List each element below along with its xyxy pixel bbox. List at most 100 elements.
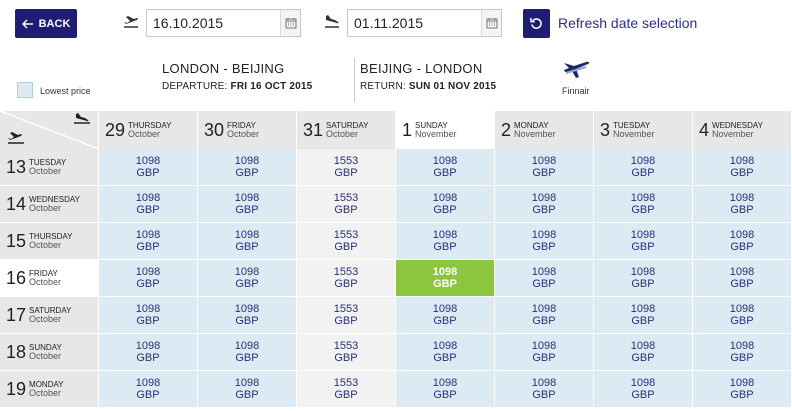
price-cell[interactable]: 1553 GBP bbox=[297, 223, 396, 260]
price-currency: GBP bbox=[631, 278, 655, 290]
price-currency: GBP bbox=[433, 204, 457, 216]
price-cell[interactable]: 1098 GBP bbox=[396, 371, 495, 408]
departure-month: October bbox=[29, 314, 62, 324]
price-cell[interactable]: 1098 GBP bbox=[396, 186, 495, 223]
price-cell[interactable]: 1098 GBP bbox=[693, 297, 792, 334]
price-cell[interactable]: 1098 GBP bbox=[99, 260, 198, 297]
return-date-column-header[interactable]: 1 SUNDAY November bbox=[396, 111, 495, 149]
price-cell[interactable]: 1098 GBP bbox=[594, 297, 693, 334]
price-cell[interactable]: 1098 GBP bbox=[693, 149, 792, 186]
price-cell[interactable]: 1098 GBP bbox=[99, 223, 198, 260]
price-cell[interactable]: 1098 GBP bbox=[99, 297, 198, 334]
price-amount: 1098 bbox=[432, 303, 458, 315]
price-cell[interactable]: 1098 GBP bbox=[495, 371, 594, 408]
departure-date-row-header[interactable]: 14 WEDNESDAY October bbox=[0, 186, 99, 223]
price-currency: GBP bbox=[136, 315, 160, 327]
price-cell[interactable]: 1098 GBP bbox=[693, 186, 792, 223]
price-cell[interactable]: 1098 GBP bbox=[594, 371, 693, 408]
outbound-cities: LONDON - BEIJING bbox=[162, 61, 285, 76]
price-cell[interactable]: 1098 GBP bbox=[198, 223, 297, 260]
price-cell[interactable]: 1098 GBP bbox=[495, 186, 594, 223]
price-amount: 1098 bbox=[531, 303, 557, 315]
price-cell[interactable]: 1098 GBP bbox=[396, 297, 495, 334]
departure-date-row-header[interactable]: 15 THURSDAY October bbox=[0, 223, 99, 260]
departure-day-number: 18 bbox=[6, 342, 27, 362]
price-amount: 1553 bbox=[333, 229, 359, 241]
departure-date-row-header[interactable]: 17 SATURDAY October bbox=[0, 297, 99, 334]
return-date-column-header[interactable]: 31 SATURDAY October bbox=[297, 111, 396, 149]
price-cell[interactable]: 1098 GBP bbox=[99, 186, 198, 223]
departure-month: October bbox=[29, 166, 62, 176]
outbound-summary: LONDON - BEIJING DEPARTURE: FRI 16 OCT 2… bbox=[157, 58, 354, 102]
price-cell[interactable]: 1098 GBP bbox=[594, 223, 693, 260]
price-cell[interactable]: 1553 GBP bbox=[297, 186, 396, 223]
return-date-field[interactable]: 01.11.2015 bbox=[347, 9, 502, 37]
price-cell[interactable]: 1098 GBP bbox=[495, 223, 594, 260]
calendar-icon[interactable] bbox=[481, 10, 501, 36]
price-amount: 1098 bbox=[432, 340, 458, 352]
departure-date-row-header[interactable]: 19 MONDAY October bbox=[0, 371, 99, 408]
price-cell[interactable]: 1553 GBP bbox=[297, 371, 396, 408]
refresh-button[interactable] bbox=[523, 9, 550, 38]
price-cell[interactable]: 1098 GBP bbox=[99, 149, 198, 186]
departure-month: October bbox=[29, 203, 62, 213]
price-cell[interactable]: 1098 GBP bbox=[396, 260, 495, 297]
price-currency: GBP bbox=[631, 389, 655, 401]
calendar-icon[interactable] bbox=[280, 10, 300, 36]
price-cell[interactable]: 1553 GBP bbox=[297, 297, 396, 334]
price-currency: GBP bbox=[235, 315, 259, 327]
price-cell[interactable]: 1098 GBP bbox=[495, 334, 594, 371]
return-month: October bbox=[326, 129, 359, 139]
return-day-number: 1 bbox=[402, 120, 413, 140]
price-cell[interactable]: 1098 GBP bbox=[594, 260, 693, 297]
price-cell[interactable]: 1098 GBP bbox=[198, 334, 297, 371]
price-cell[interactable]: 1098 GBP bbox=[99, 371, 198, 408]
price-cell[interactable]: 1098 GBP bbox=[693, 260, 792, 297]
price-cell[interactable]: 1098 GBP bbox=[396, 149, 495, 186]
departure-label: DEPARTURE: bbox=[162, 81, 228, 92]
price-cell[interactable]: 1098 GBP bbox=[693, 223, 792, 260]
departure-date-row-header[interactable]: 18 SUNDAY October bbox=[0, 334, 99, 371]
departure-date-row-header[interactable]: 13 TUESDAY October bbox=[0, 149, 99, 186]
lowest-price-label: Lowest price bbox=[40, 86, 91, 96]
departure-month: October bbox=[29, 240, 62, 250]
price-cell[interactable]: 1098 GBP bbox=[594, 149, 693, 186]
price-cell[interactable]: 1098 GBP bbox=[693, 371, 792, 408]
price-cell[interactable]: 1553 GBP bbox=[297, 334, 396, 371]
price-cell[interactable]: 1098 GBP bbox=[198, 297, 297, 334]
price-cell[interactable]: 1098 GBP bbox=[594, 334, 693, 371]
matrix-corner bbox=[0, 111, 99, 149]
price-cell[interactable]: 1098 GBP bbox=[495, 149, 594, 186]
price-amount: 1098 bbox=[729, 303, 755, 315]
price-cell[interactable]: 1098 GBP bbox=[198, 371, 297, 408]
return-month: November bbox=[415, 129, 457, 139]
return-date-column-header[interactable]: 29 THURSDAY October bbox=[99, 111, 198, 149]
price-cell[interactable]: 1098 GBP bbox=[396, 334, 495, 371]
price-cell[interactable]: 1553 GBP bbox=[297, 149, 396, 186]
return-month: November bbox=[712, 129, 754, 139]
price-cell[interactable]: 1098 GBP bbox=[495, 297, 594, 334]
price-amount: 1098 bbox=[729, 377, 755, 389]
price-cell[interactable]: 1553 GBP bbox=[297, 260, 396, 297]
departure-date-field[interactable]: 16.10.2015 bbox=[146, 9, 301, 37]
departure-date-row-header[interactable]: 16 FRIDAY October bbox=[0, 260, 99, 297]
price-cell[interactable]: 1098 GBP bbox=[495, 260, 594, 297]
return-label: RETURN: bbox=[360, 81, 406, 92]
price-cell[interactable]: 1098 GBP bbox=[198, 260, 297, 297]
price-amount: 1098 bbox=[531, 340, 557, 352]
price-cell[interactable]: 1098 GBP bbox=[198, 186, 297, 223]
return-date-column-header[interactable]: 30 FRIDAY October bbox=[198, 111, 297, 149]
price-amount: 1098 bbox=[630, 377, 656, 389]
return-date-column-header[interactable]: 2 MONDAY November bbox=[495, 111, 594, 149]
return-date-column-header[interactable]: 4 WEDNESDAY November bbox=[693, 111, 792, 149]
return-date-column-header[interactable]: 3 TUESDAY November bbox=[594, 111, 693, 149]
price-cell[interactable]: 1098 GBP bbox=[594, 186, 693, 223]
price-cell[interactable]: 1098 GBP bbox=[198, 149, 297, 186]
price-cell[interactable]: 1098 GBP bbox=[693, 334, 792, 371]
price-currency: GBP bbox=[334, 204, 358, 216]
back-button[interactable]: BACK bbox=[15, 9, 77, 38]
price-cell[interactable]: 1098 GBP bbox=[396, 223, 495, 260]
price-cell[interactable]: 1098 GBP bbox=[99, 334, 198, 371]
refresh-date-selection-link[interactable]: Refresh date selection bbox=[558, 15, 697, 31]
price-currency: GBP bbox=[334, 352, 358, 364]
